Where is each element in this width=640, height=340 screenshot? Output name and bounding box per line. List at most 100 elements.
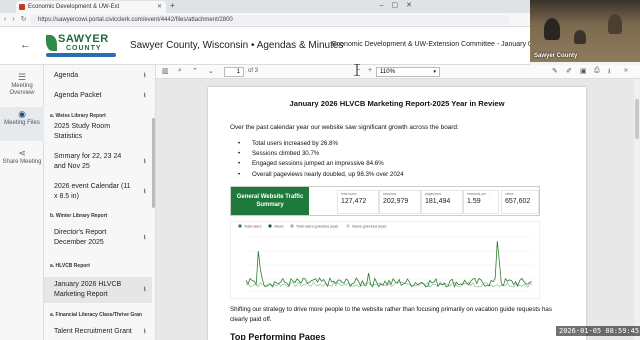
wave-icon — [46, 53, 116, 57]
meeting-title: Economic Development & UW-Extension Comm… — [332, 41, 556, 48]
logo-word-county: COUNTY — [66, 45, 102, 52]
kpi-card: pageviews 181,494 — [421, 190, 463, 214]
legend-label: Views (previous year) — [352, 225, 387, 229]
file-label: Marketing Report — [54, 291, 108, 298]
logo-word-sawyer: SAWYER — [58, 33, 109, 45]
document-intro: Over the past calendar year our website … — [230, 124, 459, 131]
kpi-value: 202,979 — [383, 198, 409, 205]
zoom-select[interactable]: 110% ▾ — [376, 67, 440, 77]
kpi-label: views — [505, 192, 514, 196]
kpi-value: 181,494 — [425, 198, 451, 205]
file-label: Talent Recruitment Grant — [54, 328, 132, 335]
kpi-value: 1.59 — [467, 198, 481, 205]
site-title: Sawyer County, Wisconsin • Agendas & Min… — [130, 40, 344, 51]
traffic-summary-panel: General Website Traffic Summary total us… — [230, 186, 540, 216]
kpi-label: sessions per ... — [467, 192, 490, 196]
traffic-chart: Total users Views Total users (previous … — [229, 220, 541, 300]
download-icon[interactable]: ⭳ — [144, 285, 146, 295]
document-title: January 2026 HLVCB Marketing Report-2025… — [289, 99, 505, 108]
print-icon[interactable]: ⎙ — [594, 67, 600, 75]
scrollbar-thumb[interactable] — [635, 99, 639, 139]
rail-meeting-overview[interactable]: ☰ Meeting Overview — [0, 71, 44, 103]
bullet-list: Total users increased by 26.8% Sessions … — [238, 139, 404, 180]
bullet-item: Engaged sessions jumped an impressive 84… — [238, 159, 404, 169]
file-agenda-packet[interactable]: Agenda Packet ⭳ — [44, 91, 152, 101]
download-icon[interactable]: ⭳ — [144, 233, 146, 243]
nav-buttons[interactable]: ‹›↻ — [4, 15, 33, 23]
chevron-up-icon[interactable]: ⌃ — [192, 67, 198, 75]
text-cursor-icon — [354, 64, 360, 76]
browser-tab-bar: Economic Development & UW-Ext ✕ + –▢✕ — [0, 0, 530, 13]
leaf-icon — [46, 35, 57, 51]
pdf-page: January 2026 HLVCB Marketing Report-2025… — [208, 87, 586, 340]
address-bar: ‹›↻ https://sawyercowi.portal.civicclerk… — [0, 13, 530, 27]
draw-icon[interactable]: ✎ — [552, 67, 558, 75]
traffic-summary-label: General Website Traffic Summary — [231, 187, 309, 215]
url-input[interactable]: https://sawyercowi.portal.civicclerk.com… — [30, 15, 510, 25]
document-heading: Top Performing Pages — [230, 332, 326, 340]
legend-label: Total users (previous year) — [296, 225, 338, 229]
chevron-down-icon[interactable]: ⌄ — [208, 67, 214, 75]
files-scrollbar[interactable] — [152, 118, 155, 208]
timestamp: 2026-01-05 08:59:45 — [556, 326, 640, 336]
rail-label: Share Meeting — [2, 159, 42, 165]
kpi-label: pageviews — [425, 192, 442, 196]
close-tab-icon[interactable]: ✕ — [157, 3, 162, 10]
file-label: 2026 event Calendar (11 — [54, 183, 131, 190]
new-tab-icon[interactable]: + — [170, 1, 175, 10]
section-label: a. Financial Literacy Class/Thrive Gran — [50, 312, 142, 318]
video-label: Sawyer County — [534, 53, 578, 59]
rail-meeting-files[interactable]: ◉ Meeting Files — [0, 107, 44, 141]
bullet-item: Overall pageviews nearly doubled, up 98.… — [238, 170, 404, 180]
file-label: Statistics — [54, 133, 83, 140]
highlight-icon[interactable]: ✐ — [566, 67, 572, 75]
file-label: January 2026 HLVCB — [54, 281, 122, 288]
legend-label: Total users — [244, 225, 262, 229]
download-icon[interactable]: ⭳ — [144, 187, 146, 197]
file-directors-report[interactable]: Director's Report December 2025 ⭳ — [44, 228, 152, 248]
file-agenda[interactable]: Agenda ⭳ — [44, 71, 152, 81]
rail-label: Meeting Files — [4, 120, 40, 126]
download-icon[interactable]: ⭳ — [144, 91, 146, 101]
more-icon[interactable]: » — [624, 67, 628, 74]
pdf-viewport[interactable]: January 2026 HLVCB Marketing Report-2025… — [156, 79, 640, 340]
section-label: a. HLVCB Report — [50, 263, 90, 269]
kpi-value: 657,602 — [505, 198, 531, 205]
file-label: Agenda — [54, 72, 79, 79]
traffic-chart-svg: Total users Views Total users (previous … — [229, 220, 541, 300]
document-paragraph: Shifting our strategy to drive more peop… — [230, 306, 552, 323]
file-study-room[interactable]: 2025 Study Room Statistics — [44, 122, 152, 142]
browser-tab[interactable]: Economic Development & UW-Ext ✕ — [16, 1, 166, 13]
download-icon[interactable]: ⭳ — [144, 327, 146, 337]
file-label: and Nov 25 — [54, 163, 90, 170]
image-icon[interactable]: ▣ — [580, 67, 587, 75]
rail-label: Meeting Overview — [9, 83, 35, 96]
list-icon: ☰ — [17, 72, 27, 82]
rail-share-meeting[interactable]: ⋖ Share Meeting — [0, 147, 44, 179]
meeting-video[interactable]: Sawyer County — [530, 0, 640, 62]
search-icon[interactable]: ⌕ — [178, 67, 182, 75]
file-event-calendar[interactable]: 2026 event Calendar (11 x 8.5 in) ⭳ — [44, 182, 152, 202]
kpi-label: total users — [341, 192, 357, 196]
file-summary[interactable]: Smmary for 22, 23 24 and Nov 25 ⭳ — [44, 152, 152, 172]
save-icon[interactable]: ⭳ — [608, 67, 610, 78]
kpi-value: 127,472 — [341, 198, 367, 205]
download-icon[interactable]: ⭳ — [144, 157, 146, 167]
kpi-card: total users 127,472 — [337, 190, 379, 214]
video-person — [574, 30, 586, 44]
file-talent-recruitment[interactable]: Talent Recruitment Grant ⭳ — [44, 327, 152, 337]
section-label: b. Winter Library Report — [50, 213, 108, 219]
left-rail: ☰ Meeting Overview ◉ Meeting Files ⋖ Sha… — [0, 65, 44, 340]
zoom-in-icon[interactable]: + — [368, 67, 372, 74]
sidebar-toggle-icon[interactable]: ▥ — [162, 67, 169, 75]
page-total: of 3 — [248, 68, 259, 74]
pdf-scrollbar[interactable] — [634, 79, 640, 340]
back-arrow-icon[interactable]: ← — [20, 39, 31, 51]
sawyer-county-logo[interactable]: SAWYER COUNTY — [46, 33, 126, 61]
window-controls[interactable]: –▢✕ — [380, 1, 420, 9]
file-label: Director's Report — [54, 229, 107, 236]
kpi-card: sessions 202,979 — [379, 190, 421, 214]
download-icon[interactable]: ⭳ — [144, 71, 146, 81]
page-number-input[interactable]: 1 — [224, 67, 244, 77]
file-january-hlvcb-report[interactable]: January 2026 HLVCB Marketing Report ⭳ — [44, 277, 152, 303]
